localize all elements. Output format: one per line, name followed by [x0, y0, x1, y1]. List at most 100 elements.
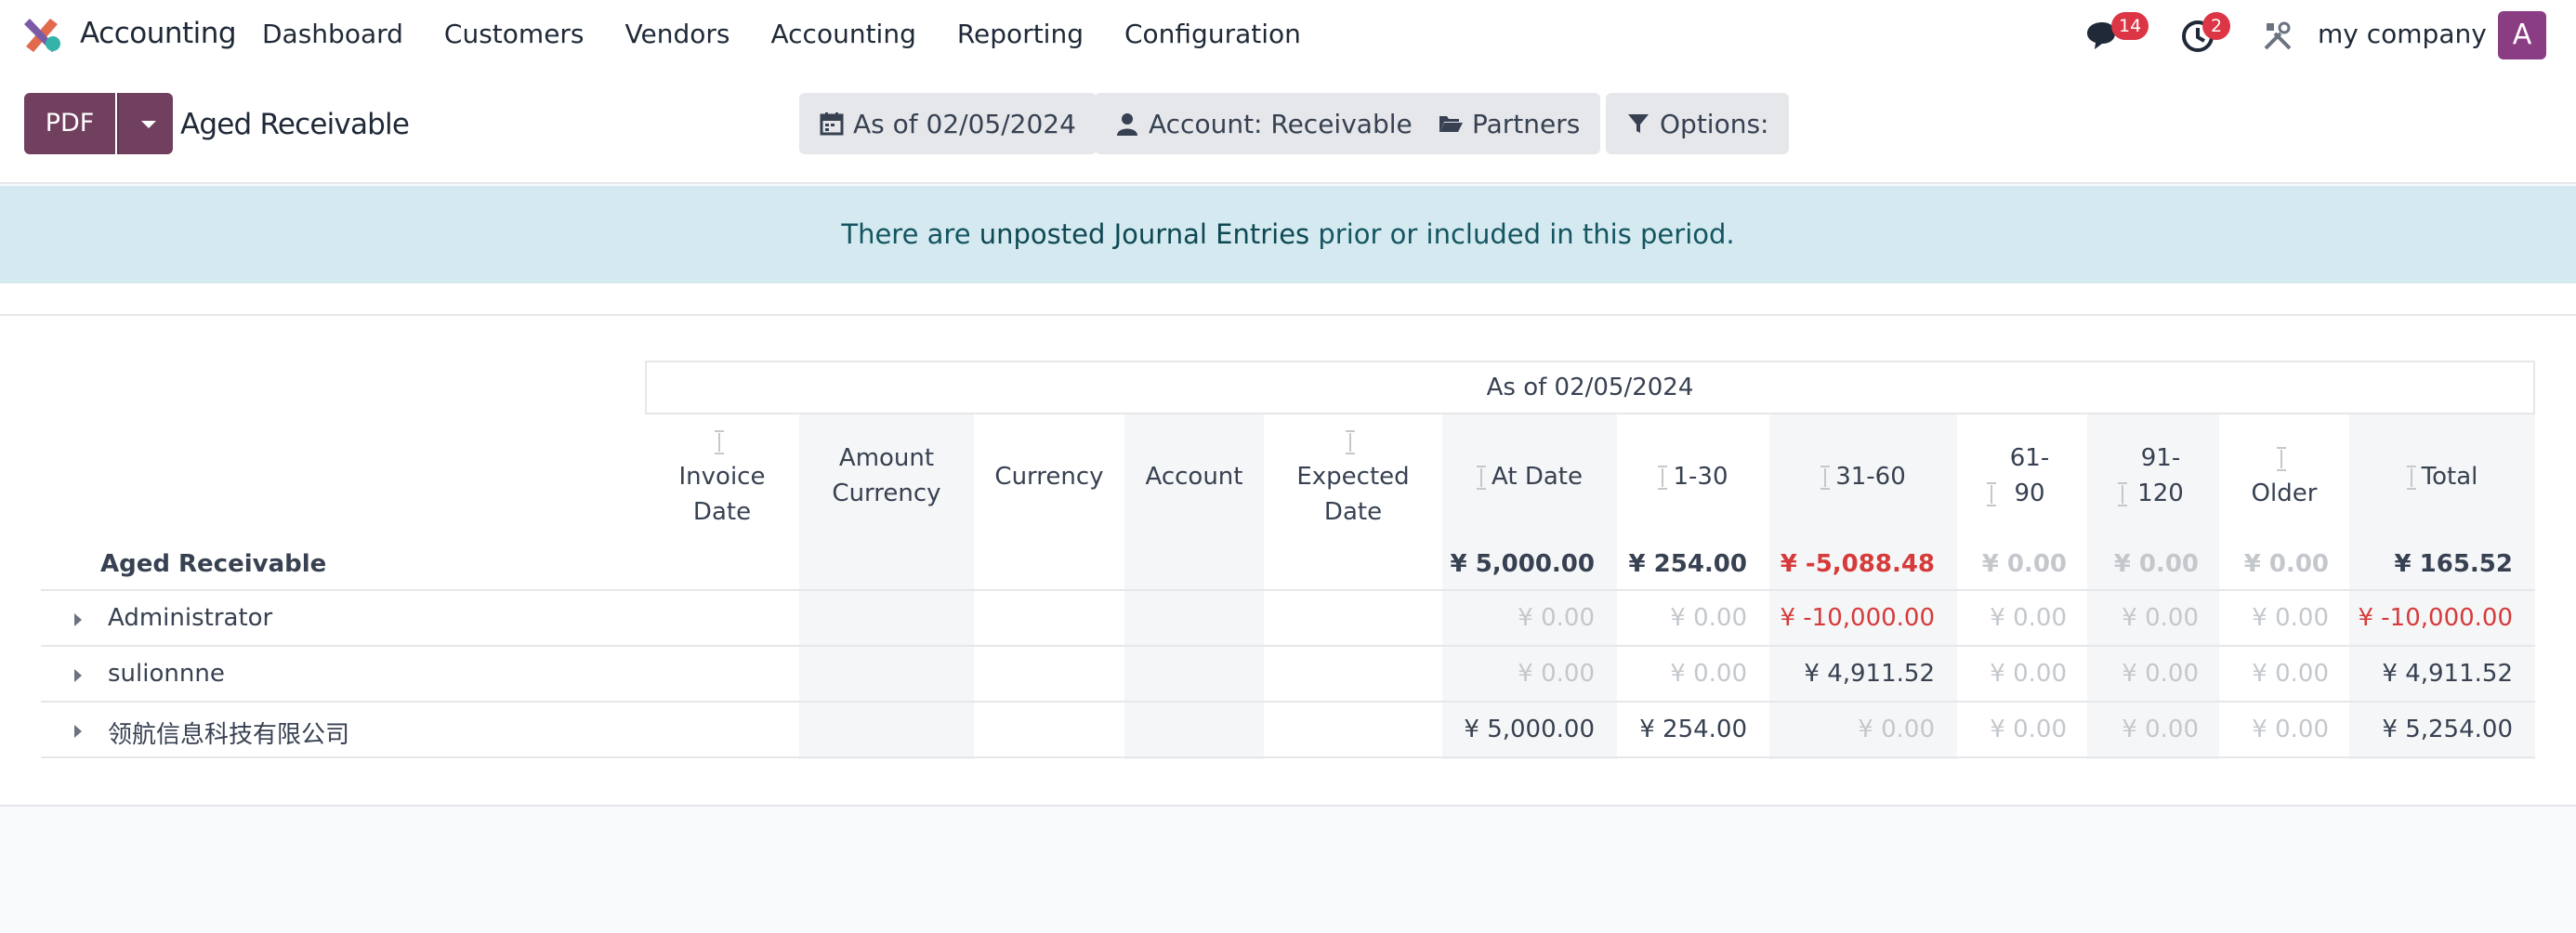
main-menu: Dashboard Customers Vendors Accounting R… — [262, 19, 1301, 49]
cell-older: ¥ 0.00 — [2252, 660, 2329, 688]
col-91-120-label: 91-120 — [2137, 444, 2184, 507]
page-title: Aged Receivable — [180, 108, 410, 141]
col-total[interactable]: Total — [2349, 459, 2535, 494]
col-account[interactable]: Account — [1124, 459, 1264, 494]
calendar-icon — [820, 112, 844, 136]
alert-prefix: There are — [841, 218, 979, 250]
period-header: As of 02/05/2024 — [645, 361, 2535, 414]
menu-configuration[interactable]: Configuration — [1124, 19, 1301, 49]
unposted-entries-link[interactable]: unposted Journal Entries — [979, 218, 1309, 250]
col-expected-date[interactable]: Expected Date — [1264, 424, 1442, 530]
user-icon — [1117, 113, 1137, 136]
menu-accounting[interactable]: Accounting — [771, 19, 916, 49]
cell-91-120: ¥ 0.00 — [2122, 660, 2199, 688]
account-filter-button[interactable]: Account: Receivable — [1095, 93, 1433, 154]
col-61-90-label: 61-90 — [2009, 444, 2050, 507]
report-top-divider — [0, 314, 2576, 316]
total-61-90: ¥ 0.00 — [1981, 550, 2067, 578]
col-invoice-date[interactable]: Invoice Date — [645, 424, 799, 530]
col-31-60[interactable]: 31-60 — [1769, 459, 1957, 494]
app-name[interactable]: Accounting — [80, 17, 237, 50]
col-amount-currency[interactable]: Amount Currency — [799, 440, 974, 511]
partner-name[interactable]: sulionnne — [108, 660, 225, 688]
cell-at-date[interactable]: ¥ 5,000.00 — [1442, 716, 1595, 743]
col-account-label: Account — [1145, 463, 1243, 491]
col-31-60-label: 31-60 — [1835, 463, 1906, 491]
unposted-entries-alert: There are unposted Journal Entries prior… — [0, 186, 2576, 283]
sort-icon — [2118, 481, 2127, 506]
menu-dashboard[interactable]: Dashboard — [262, 19, 403, 49]
sort-icon — [2406, 465, 2416, 490]
control-panel: PDF Aged Receivable As of 02/05/2024 Acc… — [0, 71, 2576, 184]
col-at-date-label: At Date — [1492, 463, 1583, 491]
col-61-90[interactable]: 61-90 — [1957, 440, 2087, 511]
col-amount-currency-label: Amount Currency — [832, 444, 941, 507]
caret-right-icon[interactable] — [74, 725, 82, 738]
sort-icon — [1346, 429, 1355, 454]
filter-icon — [1628, 114, 1649, 133]
activities-badge: 2 — [2202, 12, 2230, 40]
options-filter-label: Options: — [1660, 108, 1769, 139]
cell-31-60[interactable]: ¥ 4,911.52 — [1769, 660, 1935, 688]
date-filter-label: As of 02/05/2024 — [853, 108, 1076, 139]
cell-91-120: ¥ 0.00 — [2122, 716, 2199, 743]
menu-customers[interactable]: Customers — [444, 19, 585, 49]
company-switcher[interactable]: my company — [2318, 19, 2487, 49]
export-dropdown-button[interactable] — [117, 93, 173, 154]
sort-icon — [1477, 465, 1487, 490]
col-currency-label: Currency — [994, 463, 1104, 491]
cell-1-30: ¥ 0.00 — [1670, 660, 1747, 688]
cell-61-90: ¥ 0.00 — [1990, 660, 2067, 688]
cell-61-90: ¥ 0.00 — [1990, 716, 2067, 743]
cell-61-90: ¥ 0.00 — [1990, 604, 2067, 632]
partners-filter-label: Partners — [1472, 108, 1581, 139]
menu-reporting[interactable]: Reporting — [957, 19, 1084, 49]
cell-1-30[interactable]: ¥ 254.00 — [1617, 716, 1747, 743]
caret-right-icon[interactable] — [74, 613, 82, 626]
tools-icon[interactable] — [2262, 20, 2293, 52]
cell-total: ¥ -10,000.00 — [2358, 604, 2513, 632]
pdf-button[interactable]: PDF — [24, 93, 115, 154]
col-currency[interactable]: Currency — [974, 459, 1124, 494]
sort-icon — [2277, 446, 2286, 471]
col-1-30[interactable]: 1-30 — [1617, 459, 1769, 494]
sort-icon — [1987, 481, 1996, 506]
caret-right-icon[interactable] — [74, 669, 82, 682]
cell-1-30: ¥ 0.00 — [1670, 604, 1747, 632]
col-91-120[interactable]: 91-120 — [2087, 440, 2219, 511]
cell-91-120: ¥ 0.00 — [2122, 604, 2199, 632]
cell-total: ¥ 5,254.00 — [2382, 716, 2513, 743]
partners-filter-button[interactable]: Partners — [1418, 93, 1601, 154]
total-1-30: ¥ 254.00 — [1628, 550, 1747, 578]
accounting-app-icon[interactable] — [22, 13, 63, 54]
sort-icon — [1658, 465, 1668, 490]
col-1-30-label: 1-30 — [1673, 463, 1728, 491]
date-filter-button[interactable]: As of 02/05/2024 — [799, 93, 1097, 154]
cell-31-60[interactable]: ¥ -10,000.00 — [1769, 604, 1935, 632]
cell-at-date: ¥ 0.00 — [1518, 604, 1595, 632]
col-expected-date-label: Expected Date — [1296, 463, 1410, 526]
cell-older: ¥ 0.00 — [2252, 604, 2329, 632]
cell-total: ¥ 4,911.52 — [2382, 660, 2513, 688]
col-older-label: Older — [2251, 480, 2318, 507]
partner-name[interactable]: Administrator — [108, 604, 272, 632]
col-total-label: Total — [2421, 463, 2478, 491]
messages-badge: 14 — [2111, 12, 2149, 40]
alert-suffix: prior or included in this period. — [1309, 218, 1735, 250]
total-31-60: ¥ -5,088.48 — [1780, 550, 1935, 578]
menu-vendors[interactable]: Vendors — [625, 19, 730, 49]
partner-name[interactable]: 领航信息科技有限公司 — [108, 716, 349, 750]
account-filter-label: Account: Receivable — [1149, 108, 1413, 139]
cell-31-60: ¥ 0.00 — [1858, 716, 1935, 743]
sort-icon — [715, 429, 724, 454]
col-older[interactable]: Older — [2219, 440, 2349, 511]
cell-at-date: ¥ 0.00 — [1518, 660, 1595, 688]
options-filter-button[interactable]: Options: — [1606, 93, 1790, 154]
report-bottom-divider — [0, 805, 2576, 807]
cell-older: ¥ 0.00 — [2252, 716, 2329, 743]
user-avatar[interactable]: A — [2498, 11, 2546, 59]
total-total: ¥ 165.52 — [2394, 550, 2513, 578]
total-91-120: ¥ 0.00 — [2113, 550, 2199, 578]
total-at-date: ¥ 5,000.00 — [1450, 550, 1595, 578]
col-at-date[interactable]: At Date — [1442, 459, 1617, 494]
